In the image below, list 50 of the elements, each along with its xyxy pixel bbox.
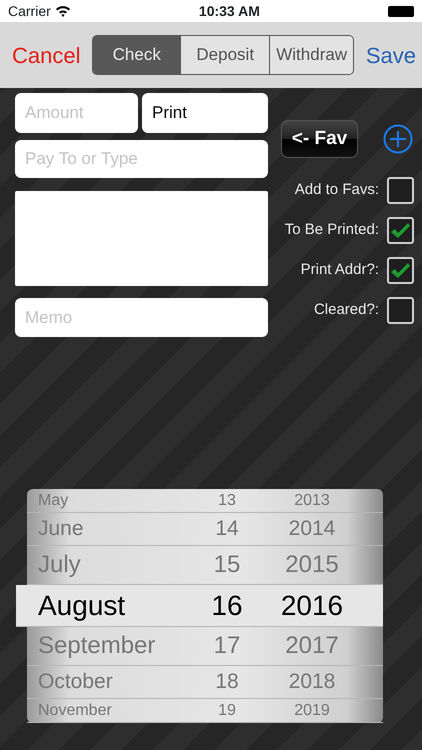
year-option: 2019 [257,699,367,722]
day-option: 15 [197,547,257,583]
segment-tab[interactable]: Deposit [180,36,270,74]
month-option: August [27,585,197,626]
day-option: 17 [197,628,257,664]
check-number-field[interactable]: Print [142,93,268,133]
save-button[interactable]: Save [366,38,416,72]
clock-time: 10:33 AM [198,2,260,20]
segment-tab[interactable]: Check [93,36,180,74]
year-option: 2016 [257,585,367,626]
payee-field[interactable]: Pay To or Type [15,140,268,178]
amount-field[interactable]: Amount [15,93,138,133]
month-option: July [27,547,197,583]
checkbox[interactable] [387,297,414,324]
month-option: November [27,699,197,722]
year-option: 2013 [257,489,367,512]
month-option: May [27,489,197,512]
month-option: October [27,666,197,698]
picker-row[interactable]: September 17 2017 [27,627,383,666]
memo-field[interactable]: Memo [15,298,268,337]
day-option: 16 [197,585,257,626]
cancel-button[interactable]: Cancel [12,38,80,72]
day-option: 18 [197,666,257,698]
option-label: Print Addr?: [300,260,379,280]
year-option: 2015 [257,547,367,583]
checkbox[interactable] [387,257,414,284]
month-option: June [27,513,197,545]
option-label: Cleared?: [314,300,379,320]
day-option: 19 [197,699,257,722]
picker-row[interactable]: June 14 2014 [27,513,383,546]
year-option: 2014 [257,513,367,545]
carrier-label: Carrier [8,2,51,20]
picker-row[interactable]: October 18 2018 [27,666,383,699]
day-option: 13 [197,489,257,512]
option-label: Add to Favs: [294,180,379,200]
add-icon[interactable] [383,124,413,154]
picker-row[interactable]: August 16 2016 [16,585,383,627]
picker-row[interactable]: November 19 2019 [27,699,383,723]
favorite-button[interactable]: <- Fav [281,120,358,158]
day-option: 14 [197,513,257,545]
checkbox[interactable] [387,217,414,244]
year-option: 2018 [257,666,367,698]
year-option: 2017 [257,628,367,664]
battery-icon [388,6,414,16]
option-label: To Be Printed: [284,220,379,240]
checkbox[interactable] [387,177,414,204]
month-option: September [27,628,197,664]
segment-tab[interactable]: Withdraw [269,36,354,74]
picker-row[interactable]: May 13 2013 [27,489,383,513]
wifi-icon [54,5,71,17]
